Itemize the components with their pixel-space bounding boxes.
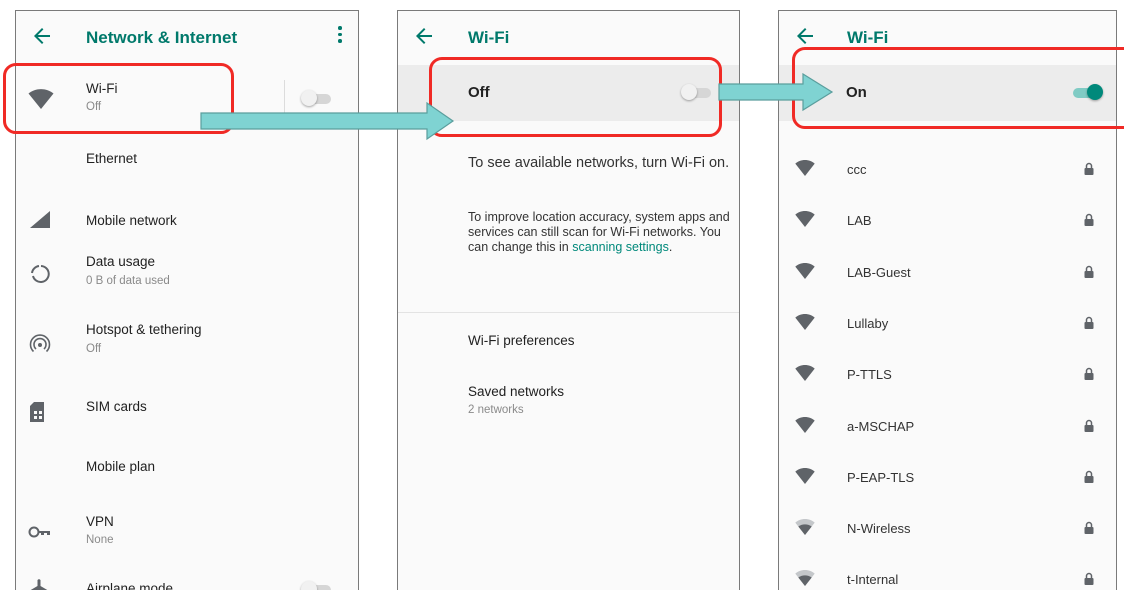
network-row[interactable]: a-MSCHAP	[779, 400, 1116, 446]
lock-icon	[1084, 470, 1094, 483]
saved-networks-item[interactable]: Saved networks 2 networks	[398, 377, 739, 427]
mobile-plan-label: Mobile plan	[86, 459, 156, 474]
network-name: ccc	[847, 162, 867, 177]
sim-cards-item[interactable]: SIM cards	[16, 389, 358, 433]
vpn-label: VPN	[86, 514, 114, 529]
wifi-full-icon	[795, 467, 815, 484]
vpn-key-icon	[28, 526, 50, 538]
flow-arrow-2	[718, 73, 834, 112]
hotspot-label: Hotspot & tethering	[86, 322, 202, 337]
network-name: P-TTLS	[847, 367, 892, 383]
app-bar: Wi-Fi	[398, 11, 739, 63]
ethernet-item[interactable]: Ethernet	[16, 146, 358, 190]
network-name: P-EAP-TLS	[847, 469, 915, 485]
network-name: LAB-Guest	[847, 264, 911, 280]
sim-cards-label: SIM cards	[86, 399, 147, 414]
scanning-info-text: To improve location accuracy, system app…	[468, 210, 730, 254]
network-name: LAB	[847, 213, 872, 229]
highlight-wifi-on-switch	[792, 47, 1124, 129]
page-title: Wi-Fi	[847, 28, 889, 47]
data-usage-label: Data usage	[86, 254, 156, 269]
back-arrow-icon[interactable]	[412, 24, 436, 48]
wifi-full-icon	[795, 262, 815, 279]
wifi-preferences-item[interactable]: Wi-Fi preferences	[398, 321, 739, 367]
airplane-toggle[interactable]	[301, 581, 333, 590]
network-row[interactable]: LAB-Guest	[779, 246, 1116, 292]
lock-icon	[1084, 419, 1094, 432]
network-row[interactable]: t-Internal	[779, 553, 1116, 590]
lock-icon	[1084, 316, 1094, 329]
signal-icon	[30, 211, 50, 228]
sim-card-icon	[30, 402, 44, 422]
ethernet-label: Ethernet	[86, 151, 138, 166]
divider	[398, 312, 739, 313]
network-row[interactable]: P-TTLS	[779, 348, 1116, 394]
network-row[interactable]: P-EAP-TLS	[779, 451, 1116, 497]
mobile-plan-item[interactable]: Mobile plan	[16, 455, 358, 499]
lock-icon	[1084, 265, 1094, 278]
lock-icon	[1084, 214, 1094, 227]
wifi-full-icon	[795, 211, 815, 228]
lock-icon	[1084, 521, 1094, 535]
data-usage-icon	[31, 265, 50, 283]
wifi-weak-icon	[795, 519, 815, 536]
network-row[interactable]: Lullaby	[779, 297, 1116, 343]
wifi-weak-icon	[795, 570, 815, 587]
page-title: Network & Internet	[86, 28, 238, 47]
airplane-mode-label: Airplane mode	[86, 581, 174, 590]
network-name: Lullaby	[847, 315, 889, 331]
network-row[interactable]: ccc	[779, 143, 1116, 189]
lock-icon	[1084, 573, 1094, 586]
flow-arrow-1	[200, 101, 455, 141]
wifi-full-icon	[795, 313, 815, 330]
airplane-mode-item[interactable]: Airplane mode	[16, 573, 358, 590]
highlight-wifi-off-switch	[429, 57, 722, 137]
wifi-full-icon	[795, 416, 815, 433]
wifi-preferences-label: Wi-Fi preferences	[468, 333, 575, 348]
saved-networks-count: 2 networks	[468, 404, 524, 416]
network-name: N-Wireless	[847, 521, 911, 537]
network-row[interactable]: LAB	[779, 194, 1116, 240]
back-arrow-icon[interactable]	[30, 24, 54, 48]
back-arrow-icon[interactable]	[793, 24, 817, 48]
app-bar: Network & Internet	[16, 11, 358, 63]
wifi-full-icon	[795, 160, 815, 176]
saved-networks-label: Saved networks	[468, 384, 565, 399]
hotspot-status: Off	[86, 343, 102, 355]
more-options-icon[interactable]	[337, 26, 343, 46]
lock-icon	[1084, 367, 1094, 381]
mobile-network-label: Mobile network	[86, 213, 177, 228]
network-row[interactable]: N-Wireless	[779, 502, 1116, 548]
network-name: t-Internal	[847, 572, 899, 588]
scanning-settings-link[interactable]: scanning settings	[572, 240, 669, 254]
lock-icon	[1084, 162, 1094, 175]
hotspot-icon	[29, 334, 51, 353]
vpn-item[interactable]: VPN None	[16, 509, 358, 559]
wifi-full-icon	[795, 365, 815, 382]
hotspot-tethering-item[interactable]: Hotspot & tethering Off	[16, 320, 358, 370]
wifi-off-message: To see available networks, turn Wi-Fi on…	[468, 155, 730, 171]
data-usage-item[interactable]: Data usage 0 B of data used	[16, 249, 358, 299]
vpn-status: None	[86, 534, 114, 546]
network-name: a-MSCHAP	[847, 418, 915, 434]
airplane-icon	[30, 579, 48, 590]
page-title: Wi-Fi	[468, 28, 510, 47]
data-usage-sub: 0 B of data used	[86, 275, 170, 287]
mobile-network-item[interactable]: Mobile network	[16, 197, 358, 241]
